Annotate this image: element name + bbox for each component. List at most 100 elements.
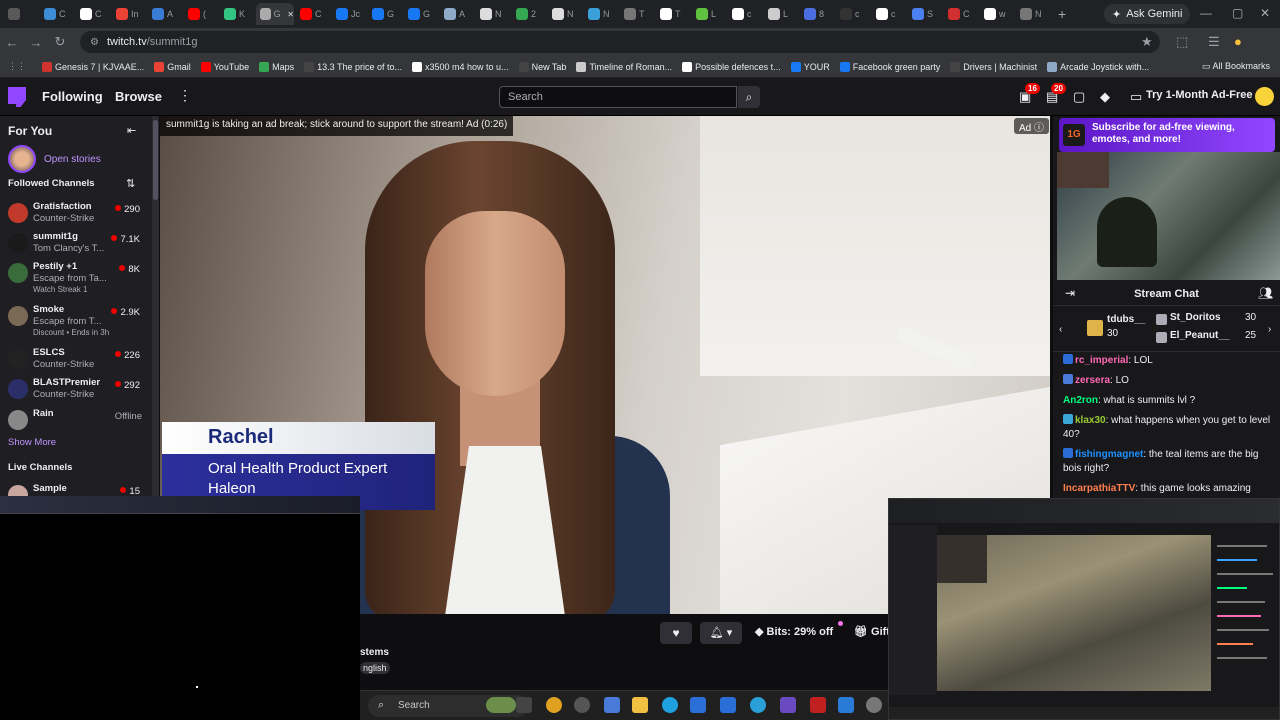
category-link[interactable]: stems bbox=[360, 647, 389, 658]
browser-tab[interactable]: w bbox=[980, 3, 1014, 25]
bookmark-item[interactable]: YOUR bbox=[790, 61, 830, 72]
browser-tab[interactable]: N bbox=[476, 3, 510, 25]
sidebar-channel-pestily-1[interactable]: Pestily +1 Escape from Ta... Watch Streak … bbox=[8, 261, 148, 294]
profile-avatar-icon[interactable]: ● bbox=[1234, 34, 1242, 49]
copilot-icon[interactable] bbox=[604, 697, 620, 713]
search-icon[interactable]: ⌕ bbox=[738, 86, 760, 108]
chat-username[interactable]: rc_imperial bbox=[1075, 355, 1128, 366]
browser-tab[interactable]: ( bbox=[184, 3, 218, 25]
browser-tab[interactable]: c bbox=[872, 3, 906, 25]
bookmark-item[interactable]: Facebook green party bbox=[839, 61, 940, 72]
side-panel-icon[interactable]: ☰ bbox=[1208, 34, 1220, 50]
browser-tab[interactable]: L bbox=[692, 3, 726, 25]
telegram-icon[interactable] bbox=[750, 697, 766, 713]
browser-tab[interactable]: A bbox=[148, 3, 182, 25]
bookmark-item[interactable]: Gmail bbox=[154, 61, 191, 72]
settings-icon[interactable] bbox=[866, 697, 882, 713]
outlook-icon[interactable] bbox=[720, 697, 736, 713]
sort-icon[interactable]: ⇅ bbox=[126, 177, 135, 190]
user-avatar[interactable] bbox=[1255, 87, 1274, 106]
bookmark-item[interactable]: New Tab bbox=[518, 61, 566, 72]
extensions-icon[interactable]: ⬚ bbox=[1176, 34, 1188, 50]
browser-tab[interactable]: T bbox=[620, 3, 654, 25]
browser-tab[interactable]: T bbox=[656, 3, 690, 25]
chat-username[interactable]: An2ron bbox=[1063, 395, 1098, 406]
bits-discount-button[interactable]: ◆ Bits: 29% off bbox=[755, 625, 833, 638]
ad-free-button[interactable]: Try 1-Month Ad-Free bbox=[1146, 89, 1253, 101]
app-icon[interactable] bbox=[574, 697, 590, 713]
bookmark-item[interactable]: YouTube bbox=[200, 61, 249, 72]
browser-tab[interactable]: N bbox=[548, 3, 582, 25]
chat-username[interactable]: zersera bbox=[1075, 375, 1110, 386]
maximize-icon[interactable]: ▢ bbox=[1232, 6, 1243, 20]
gifter-name[interactable]: El_Peanut__ bbox=[1170, 330, 1229, 341]
bookmark-item[interactable]: Maps bbox=[259, 61, 294, 72]
live-channel-item[interactable]: Sample 15 bbox=[8, 483, 148, 496]
gifter-name[interactable]: tdubs__ bbox=[1107, 314, 1145, 325]
ask-gemini-button[interactable]: ✦ Ask Gemini bbox=[1104, 4, 1191, 24]
browser-tab[interactable]: C bbox=[296, 3, 330, 25]
show-more-link[interactable]: Show More bbox=[8, 437, 56, 448]
prev-arrow-icon[interactable]: ‹ bbox=[1059, 324, 1062, 335]
browser-tab[interactable]: 8 bbox=[800, 3, 834, 25]
more-menu-icon[interactable]: ⋮ bbox=[178, 87, 192, 104]
browser-tab[interactable]: L bbox=[764, 3, 798, 25]
bookmark-item[interactable]: Genesis 7 | KJVAAE... bbox=[42, 61, 144, 72]
gift-sub-button[interactable]: 🎁︎ Gift bbox=[854, 625, 890, 638]
browser-tab[interactable]: S bbox=[908, 3, 942, 25]
browser-tab[interactable]: A bbox=[440, 3, 474, 25]
browser-tab[interactable]: C bbox=[944, 3, 978, 25]
browser-tab[interactable]: G bbox=[404, 3, 438, 25]
new-tab-button[interactable]: + bbox=[1058, 6, 1066, 22]
screen-share-thumbnail[interactable] bbox=[888, 498, 1280, 720]
whispers-icon[interactable]: ▢ bbox=[1073, 89, 1085, 105]
gifter-name[interactable]: St_Doritos bbox=[1170, 312, 1221, 323]
edge-icon[interactable] bbox=[662, 697, 678, 713]
sidebar-channel-blastpremier[interactable]: BLASTPremier Counter-Strike 292 bbox=[8, 377, 148, 407]
chrome-icon[interactable] bbox=[546, 697, 562, 713]
browser-tab[interactable] bbox=[4, 3, 38, 25]
omnibox[interactable]: ⚙ twitch.tv/summit1g bbox=[80, 31, 1160, 53]
browser-tab[interactable]: 2 bbox=[512, 3, 546, 25]
collapse-sidebar-icon[interactable]: ⇤ bbox=[127, 124, 136, 137]
open-stories[interactable]: Open stories bbox=[8, 145, 101, 173]
store-icon[interactable] bbox=[690, 697, 706, 713]
forward-icon[interactable]: → bbox=[24, 35, 48, 50]
close-tab-icon[interactable]: ✕ bbox=[287, 10, 294, 19]
notification-bell-icon[interactable]: 🔔︎ ▾ bbox=[700, 622, 742, 644]
browser-tab[interactable]: C bbox=[40, 3, 74, 25]
app-icon[interactable] bbox=[780, 697, 796, 713]
app-icon[interactable] bbox=[810, 697, 826, 713]
browser-tab[interactable]: c bbox=[836, 3, 870, 25]
chat-username[interactable]: fishingmagnet bbox=[1075, 449, 1143, 460]
minimize-icon[interactable]: — bbox=[1200, 6, 1212, 20]
sidebar-channel-gratisfaction[interactable]: Gratisfaction Counter-Strike 290 bbox=[8, 201, 148, 231]
browser-tab[interactable]: K bbox=[220, 3, 254, 25]
reload-icon[interactable]: ↻ bbox=[48, 34, 72, 50]
browse-link[interactable]: Browse bbox=[115, 89, 162, 104]
bookmark-item[interactable]: 13.3 The price of to... bbox=[304, 61, 402, 72]
browser-tab[interactable]: In bbox=[112, 3, 146, 25]
close-window-icon[interactable]: ✕ bbox=[1260, 6, 1270, 20]
bookmark-item[interactable]: Drivers | Machinist bbox=[950, 61, 1037, 72]
search-input[interactable]: Search bbox=[499, 86, 737, 108]
all-bookmarks-button[interactable]: ▭ All Bookmarks bbox=[1202, 61, 1270, 72]
ad-info-badge[interactable]: Ad ⓘ bbox=[1014, 118, 1050, 134]
sidebar-channel-eslcs[interactable]: ESLCS Counter-Strike 226 bbox=[8, 347, 148, 377]
bookmark-item[interactable]: Timeline of Roman... bbox=[576, 61, 672, 72]
bookmark-item[interactable]: x3500 m4 how to u... bbox=[412, 61, 509, 72]
file-explorer-icon[interactable] bbox=[632, 697, 648, 713]
apps-grid-icon[interactable]: ⋮⋮ bbox=[8, 61, 26, 72]
browser-tab[interactable]: c bbox=[728, 3, 762, 25]
language-tag[interactable]: nglish bbox=[360, 662, 390, 674]
app-icon[interactable] bbox=[838, 697, 854, 713]
sidebar-channel-summit1g[interactable]: summit1g Tom Clancy's T... 7.1K bbox=[8, 231, 148, 261]
following-link[interactable]: Following bbox=[42, 89, 103, 104]
browser-tab[interactable]: N bbox=[584, 3, 618, 25]
story-avatar[interactable] bbox=[8, 145, 36, 173]
browser-tab[interactable]: C bbox=[76, 3, 110, 25]
browser-tab[interactable]: G ✕ bbox=[256, 3, 294, 25]
subscribe-promo-banner[interactable]: 1G Subscribe for ad-free viewing, emotes… bbox=[1059, 118, 1275, 152]
bookmark-item[interactable]: Arcade Joystick with... bbox=[1047, 61, 1149, 72]
bookmark-item[interactable]: Possible defences t... bbox=[682, 61, 781, 72]
